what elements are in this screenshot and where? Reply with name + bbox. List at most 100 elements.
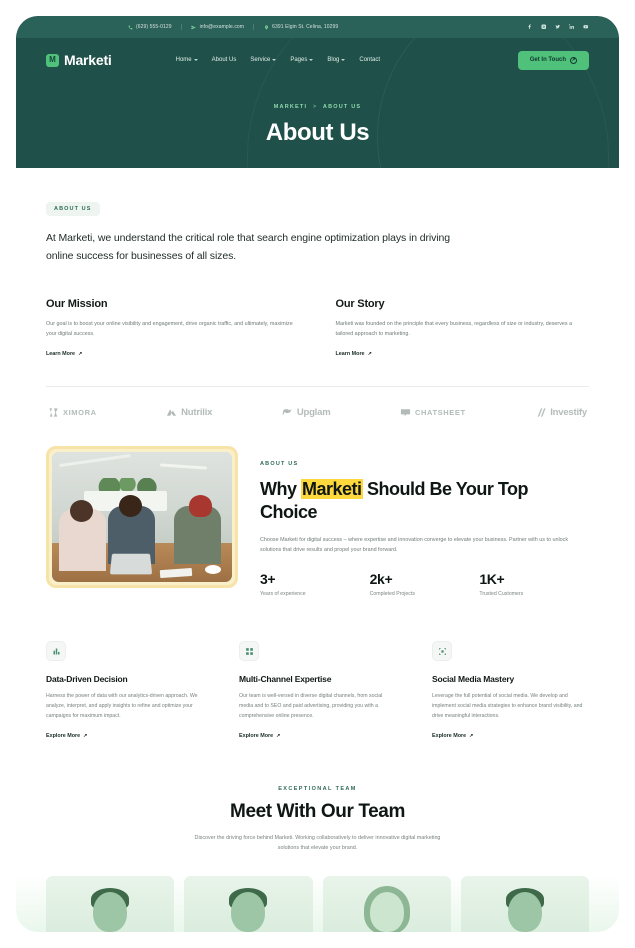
arrow-up-right-icon: ↗ xyxy=(276,733,281,740)
twitter-icon[interactable] xyxy=(554,24,561,31)
address-item: 6391 Elgin St. Celina, 10299 xyxy=(254,24,347,30)
link-label: Learn More xyxy=(335,350,365,357)
browser-frame: (629) 555-0129 info@example.com 6391 Elg… xyxy=(0,0,635,948)
team-subtitle: Discover the driving force behind Market… xyxy=(194,835,441,852)
mission-title: Our Mission xyxy=(46,297,108,310)
social-links xyxy=(526,24,589,31)
send-icon xyxy=(191,24,197,30)
chevron-down-icon xyxy=(309,59,314,61)
get-in-touch-button[interactable]: Get In Touch ↗ xyxy=(517,50,589,70)
chevron-down-icon xyxy=(272,59,277,61)
arrow-up-right-icon: ↗ xyxy=(469,733,474,740)
nav-item-about-us[interactable]: About Us xyxy=(212,57,237,63)
nav-label: Blog xyxy=(327,57,340,63)
brand-name: CHATSHEET xyxy=(414,407,466,417)
team-member-card-4[interactable] xyxy=(460,875,589,932)
ximora-logo-icon xyxy=(49,408,58,417)
main-navbar: M Marketi Home About Us Service Pages Bl… xyxy=(16,38,619,82)
team-member-card-3[interactable] xyxy=(322,875,451,932)
stats-row: 3+ Years of experience 2k+ Completed Pro… xyxy=(260,571,589,597)
feature-card-multi-channel: Multi-Channel Expertise Our team is well… xyxy=(239,641,396,742)
team-member-card-1[interactable] xyxy=(46,875,175,932)
upglam-logo-icon xyxy=(282,408,292,415)
address-text: 6391 Elgin St. Celina, 10299 xyxy=(272,24,339,30)
nutrilix-logo-icon xyxy=(167,408,177,416)
brand-logo-upglam: Upglam xyxy=(282,407,331,418)
linkedin-icon[interactable] xyxy=(568,24,575,31)
chatsheet-logo-icon xyxy=(400,408,411,416)
team-title: Meet With Our Team xyxy=(230,801,405,823)
page-title: About Us xyxy=(265,119,370,146)
page-root: (629) 555-0129 info@example.com 6391 Elg… xyxy=(16,16,619,932)
feature-title: Multi-Channel Expertise xyxy=(239,674,332,685)
youtube-icon[interactable] xyxy=(582,24,589,31)
nav-item-pages[interactable]: Pages xyxy=(290,57,314,63)
share-nodes-icon xyxy=(432,641,452,662)
team-grid xyxy=(46,875,589,932)
nav-item-blog[interactable]: Blog xyxy=(327,57,346,63)
stat-completed-projects: 2k+ Completed Projects xyxy=(370,571,480,597)
feature-card-data-driven: Data-Driven Decision Harness the power o… xyxy=(46,641,203,742)
feature-card-social-media: Social Media Mastery Leverage the full p… xyxy=(432,641,589,742)
chart-bars-icon xyxy=(46,641,66,662)
instagram-icon[interactable] xyxy=(540,24,547,31)
hero-block: MARKETI > ABOUT US About Us xyxy=(16,82,619,147)
arrow-up-right-icon: ↗ xyxy=(367,350,372,357)
top-contact-bar: (629) 555-0129 info@example.com 6391 Elg… xyxy=(16,16,619,38)
why-title: Why Marketi Should Be Your Top Choice xyxy=(260,478,589,524)
nav-item-home[interactable]: Home xyxy=(176,57,198,63)
cta-label: Get In Touch xyxy=(529,57,566,63)
stat-label: Completed Projects xyxy=(369,591,415,598)
email-item[interactable]: info@example.com xyxy=(182,24,255,30)
story-column: Our Story Marketi was founded on the pri… xyxy=(336,298,590,360)
nav-item-service[interactable]: Service xyxy=(250,57,277,63)
site-logo[interactable]: M Marketi xyxy=(46,52,112,68)
breadcrumb-current: ABOUT US xyxy=(322,104,362,110)
facebook-icon[interactable] xyxy=(526,24,533,31)
team-member-card-2[interactable] xyxy=(184,875,313,932)
why-title-part1: Why xyxy=(260,478,301,499)
story-learn-more-link[interactable]: Learn More ↗ xyxy=(336,351,372,357)
about-us-badge: ABOUT US xyxy=(46,202,100,216)
why-choose-section: ABOUT US Why Marketi Should Be Your Top … xyxy=(46,445,589,597)
story-title: Our Story xyxy=(335,297,385,310)
feature-explore-more-link[interactable]: Explore More ↗ xyxy=(239,733,280,739)
feature-title: Social Media Mastery xyxy=(432,674,514,685)
stat-label: Trusted Customers xyxy=(479,591,524,598)
feature-body: Our team is well-versed in diverse digit… xyxy=(239,693,383,719)
brand-logo-strip: XIMORA Nutrilix Upglam CHATSHEET Investi… xyxy=(46,387,589,440)
location-pin-icon xyxy=(263,24,269,30)
link-label: Explore More xyxy=(46,733,81,740)
brand-logo-ximora: XIMORA xyxy=(48,407,97,418)
nav-label: Service xyxy=(250,57,271,63)
story-body: Marketi was founded on the principle tha… xyxy=(335,320,573,337)
mission-body: Our goal is to boost your online visibil… xyxy=(46,320,293,337)
nav-label: About Us xyxy=(211,57,237,63)
chevron-down-icon xyxy=(341,59,346,61)
stat-value: 2k+ xyxy=(369,571,393,588)
phone-item[interactable]: (629) 555-0129 xyxy=(118,24,182,30)
nav-item-contact[interactable]: Contact xyxy=(359,57,380,63)
mission-learn-more-link[interactable]: Learn More ↗ xyxy=(46,351,82,357)
brand-name: XIMORA xyxy=(63,407,97,417)
arrow-up-right-icon: ↗ xyxy=(83,733,88,740)
breadcrumb-root[interactable]: MARKETI xyxy=(274,104,307,110)
phone-icon xyxy=(127,24,133,30)
brand-logo-investify: Investify xyxy=(535,407,587,418)
team-grid-wrapper xyxy=(16,875,619,932)
link-label: Learn More xyxy=(46,350,76,357)
link-label: Explore More xyxy=(432,733,467,740)
topbar-contact-group: (629) 555-0129 info@example.com 6391 Elg… xyxy=(118,24,347,30)
feature-explore-more-link[interactable]: Explore More ↗ xyxy=(46,733,87,739)
feature-body: Harness the power of data with our analy… xyxy=(46,693,198,719)
about-intro-text: At Marketi, we understand the critical r… xyxy=(46,232,451,262)
feature-explore-more-link[interactable]: Explore More ↗ xyxy=(432,733,473,739)
stat-value: 1K+ xyxy=(479,571,505,588)
brand-name: Nutrilix xyxy=(181,406,213,418)
link-label: Explore More xyxy=(239,733,274,740)
logo-mark-icon: M xyxy=(46,53,59,67)
features-section: Data-Driven Decision Harness the power o… xyxy=(46,641,589,742)
arrow-circle-icon: ↗ xyxy=(570,56,577,64)
nav-label: Contact xyxy=(359,57,381,63)
breadcrumb: MARKETI > ABOUT US xyxy=(16,104,619,110)
